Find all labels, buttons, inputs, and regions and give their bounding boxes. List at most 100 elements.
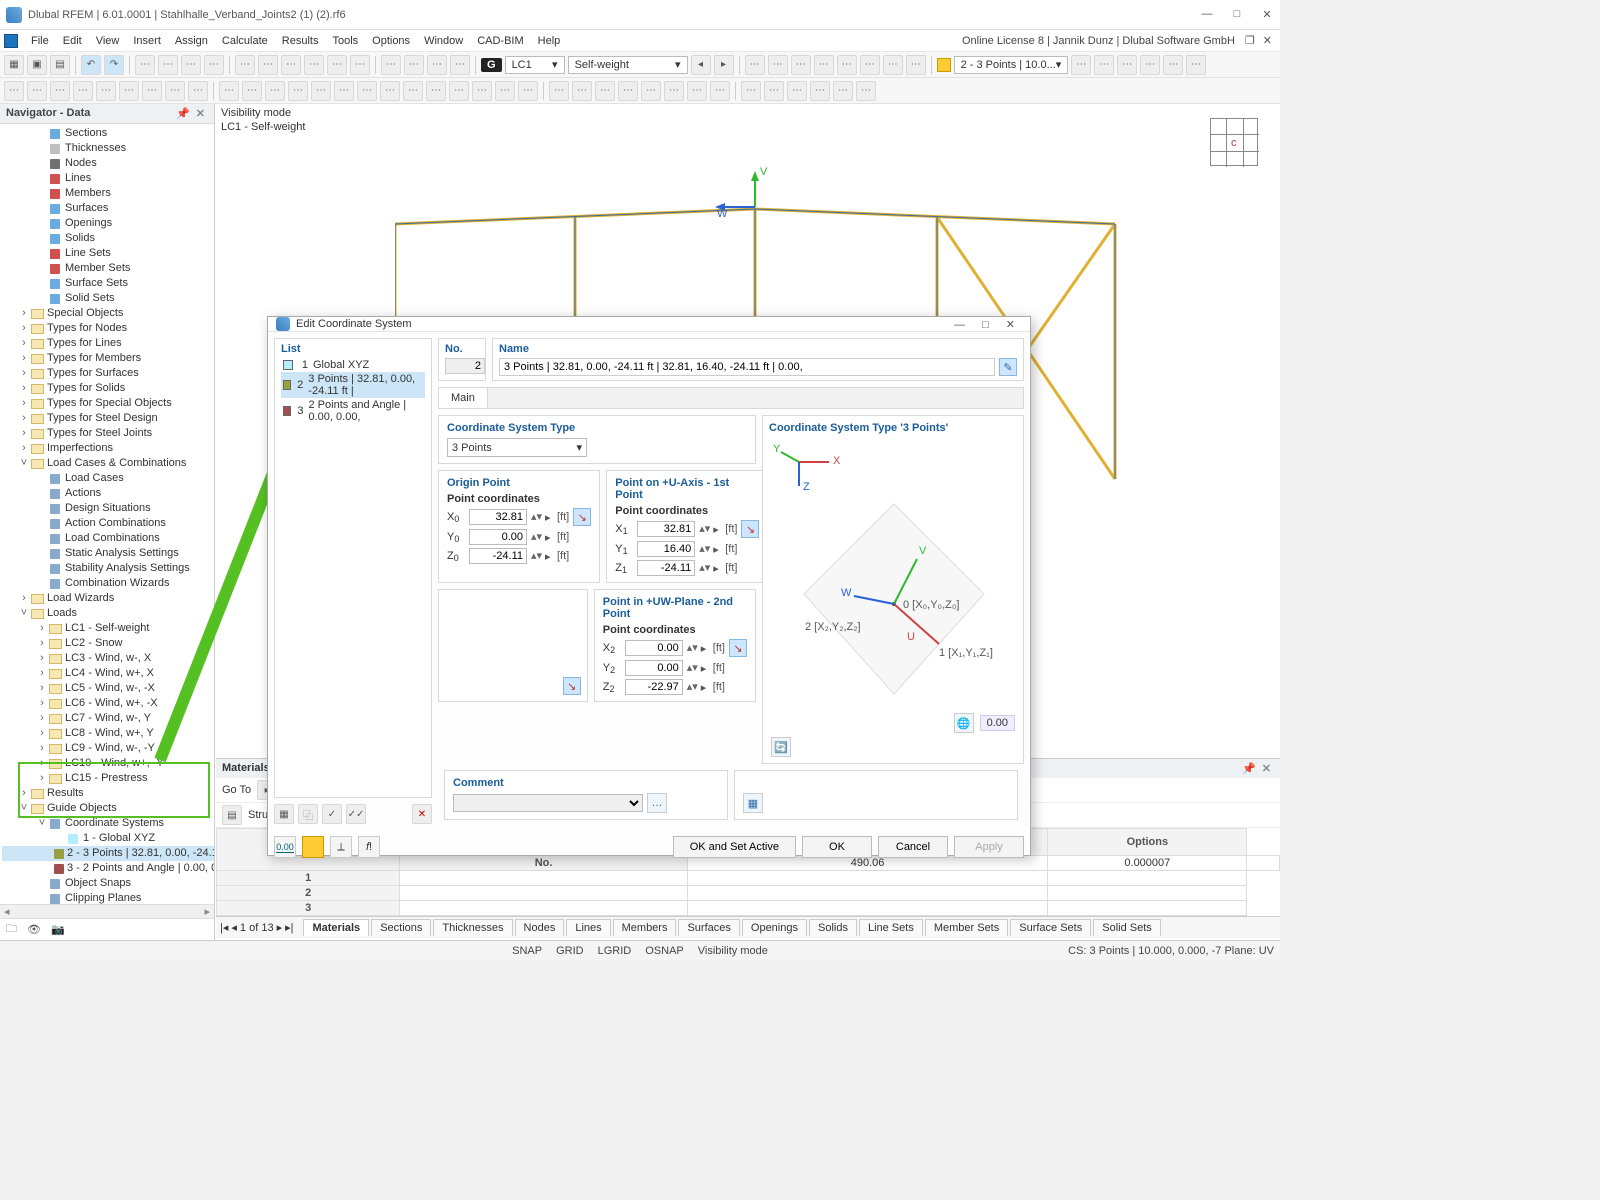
nav-item[interactable]: ›Types for Surfaces bbox=[2, 366, 214, 381]
nav-item[interactable]: ˅Coordinate Systems bbox=[2, 816, 214, 831]
nav-item[interactable]: 1 - Global XYZ bbox=[2, 831, 214, 846]
comment-edit-button[interactable]: … bbox=[647, 793, 667, 813]
toolbar-generic-icon[interactable]: ⋯ bbox=[710, 81, 730, 101]
toolbar-generic-icon[interactable]: ⋯ bbox=[381, 55, 401, 75]
coord-input[interactable] bbox=[469, 548, 527, 564]
toolbar-generic-icon[interactable]: ⋯ bbox=[27, 81, 47, 101]
nav-item[interactable]: ›Types for Steel Joints bbox=[2, 426, 214, 441]
nav-item[interactable]: ˅Guide Objects bbox=[2, 801, 214, 816]
toolbar-generic-icon[interactable]: ⋯ bbox=[1071, 55, 1091, 75]
cs-list-item[interactable]: 23 Points | 32.81, 0.00, -24.11 ft | bbox=[281, 372, 425, 398]
restore-child-icon[interactable]: ❐ bbox=[1241, 35, 1259, 47]
toolbar-generic-icon[interactable]: ⋯ bbox=[860, 55, 880, 75]
lc-mode-badge[interactable]: G bbox=[481, 58, 502, 72]
nav-item[interactable]: ›Types for Members bbox=[2, 351, 214, 366]
close-child-icon[interactable]: ✕ bbox=[1259, 35, 1276, 47]
table-tab[interactable]: Materials bbox=[303, 919, 369, 936]
struct-button[interactable]: ▤ bbox=[222, 805, 242, 825]
menu-results[interactable]: Results bbox=[275, 33, 326, 49]
toolbar-generic-icon[interactable]: ⋯ bbox=[165, 81, 185, 101]
toolbar-generic-icon[interactable]: ⋯ bbox=[741, 81, 761, 101]
nav-item[interactable]: Load Combinations bbox=[2, 531, 214, 546]
nav-item[interactable]: 2 - 3 Points | 32.81, 0.00, -24.11 bbox=[2, 846, 214, 861]
toolbar-generic-icon[interactable]: ⋯ bbox=[1140, 55, 1160, 75]
table-tab[interactable]: Thicknesses bbox=[433, 919, 512, 936]
spinner-icon[interactable]: ▴▾ bbox=[531, 535, 541, 540]
ok-set-active-button[interactable]: OK and Set Active bbox=[673, 836, 796, 858]
page-first-icon[interactable]: |◂ bbox=[220, 921, 228, 934]
nav-item[interactable]: Design Situations bbox=[2, 501, 214, 516]
no-input[interactable] bbox=[445, 358, 485, 374]
view-cube-icon[interactable]: c bbox=[1210, 118, 1258, 166]
nav-item[interactable]: Line Sets bbox=[2, 246, 214, 261]
pick-point-button[interactable]: ↘ bbox=[729, 639, 747, 657]
nav-item[interactable]: Openings bbox=[2, 216, 214, 231]
toolbar-generic-icon[interactable]: ⋯ bbox=[1163, 55, 1183, 75]
toolbar-generic-icon[interactable]: ⋯ bbox=[618, 81, 638, 101]
cs-list-item[interactable]: 32 Points and Angle | 0.00, 0.00, bbox=[281, 398, 425, 424]
status-lgrid[interactable]: LGRID bbox=[598, 945, 632, 957]
toolbar-generic-icon[interactable]: ⋯ bbox=[883, 55, 903, 75]
preview-refresh-button[interactable]: 🔄 bbox=[771, 737, 791, 757]
dialog-minimize-icon[interactable]: — bbox=[947, 319, 972, 331]
toolbar-generic-icon[interactable]: ⋯ bbox=[258, 55, 278, 75]
menu-calculate[interactable]: Calculate bbox=[215, 33, 275, 49]
nav-item[interactable]: Sections bbox=[2, 126, 214, 141]
toolbar-generic-icon[interactable]: ⋯ bbox=[73, 81, 93, 101]
spinner-icon[interactable]: ▴▾ bbox=[687, 646, 697, 651]
toolbar-generic-icon[interactable]: ⋯ bbox=[549, 81, 569, 101]
toolbar-generic-icon[interactable]: ⋯ bbox=[204, 55, 224, 75]
toolbar-generic-icon[interactable]: ⋯ bbox=[595, 81, 615, 101]
nav-item[interactable]: ›Types for Special Objects bbox=[2, 396, 214, 411]
status-grid[interactable]: GRID bbox=[556, 945, 584, 957]
nav-item[interactable]: Static Analysis Settings bbox=[2, 546, 214, 561]
coord-input[interactable] bbox=[637, 541, 695, 557]
step-icon[interactable]: ▸ bbox=[713, 543, 721, 556]
toolbar-generic-icon[interactable]: ⋯ bbox=[814, 55, 834, 75]
toolbar-generic-icon[interactable]: ⋯ bbox=[837, 55, 857, 75]
step-icon[interactable]: ▸ bbox=[545, 531, 553, 544]
menu-window[interactable]: Window bbox=[417, 33, 470, 49]
nav-item[interactable]: ›LC10 - Wind, w+, -Y bbox=[2, 756, 214, 771]
materials-close-icon[interactable]: ✕ bbox=[1259, 763, 1274, 775]
toolbar-generic-icon[interactable]: ⋯ bbox=[334, 81, 354, 101]
nav-item[interactable]: Members bbox=[2, 186, 214, 201]
step-icon[interactable]: ▸ bbox=[545, 511, 553, 524]
status-osnap[interactable]: OSNAP bbox=[645, 945, 684, 957]
materials-pin-icon[interactable]: 📌 bbox=[1239, 763, 1259, 775]
toolbar-generic-icon[interactable]: ⋯ bbox=[426, 81, 446, 101]
toolbar-generic-icon[interactable]: ⋯ bbox=[219, 81, 239, 101]
table-tab[interactable]: Solids bbox=[809, 919, 857, 936]
tool-open-icon[interactable]: ▣ bbox=[27, 55, 47, 75]
toolbar-generic-icon[interactable]: ⋯ bbox=[142, 81, 162, 101]
pick-origin-extra-button[interactable]: ↘ bbox=[563, 677, 581, 695]
nav-item[interactable]: ›Types for Nodes bbox=[2, 321, 214, 336]
cancel-button[interactable]: Cancel bbox=[878, 836, 948, 858]
step-icon[interactable]: ▸ bbox=[701, 662, 709, 675]
toolbar-generic-icon[interactable]: ⋯ bbox=[288, 81, 308, 101]
coord-input[interactable] bbox=[625, 660, 683, 676]
nav-item[interactable]: ˅Loads bbox=[2, 606, 214, 621]
toolbar-generic-icon[interactable]: ⋯ bbox=[96, 81, 116, 101]
toolbar-generic-icon[interactable]: ⋯ bbox=[572, 81, 592, 101]
toolbar-generic-icon[interactable]: ⋯ bbox=[764, 81, 784, 101]
nav-item[interactable]: Load Cases bbox=[2, 471, 214, 486]
coord-input[interactable] bbox=[637, 560, 695, 576]
minimize-icon[interactable]: — bbox=[1200, 8, 1214, 21]
toolbar-generic-icon[interactable]: ⋯ bbox=[281, 55, 301, 75]
edit-name-button[interactable]: ✎ bbox=[999, 358, 1017, 376]
toolbar-generic-icon[interactable]: ⋯ bbox=[327, 55, 347, 75]
cstype-select[interactable]: 3 Points▾ bbox=[447, 438, 587, 457]
spinner-icon[interactable]: ▴▾ bbox=[687, 685, 697, 690]
nav-item[interactable]: Stability Analysis Settings bbox=[2, 561, 214, 576]
toolbar-generic-icon[interactable]: ⋯ bbox=[472, 81, 492, 101]
toolbar-generic-icon[interactable]: ⋯ bbox=[135, 55, 155, 75]
toolbar-generic-icon[interactable]: ⋯ bbox=[350, 55, 370, 75]
nav-item[interactable]: ›LC3 - Wind, w-, X bbox=[2, 651, 214, 666]
lc-name-select[interactable]: Self-weight▾ bbox=[568, 56, 688, 74]
nav-item[interactable]: ›Results bbox=[2, 786, 214, 801]
lc-next-icon[interactable]: ▸ bbox=[714, 55, 734, 75]
coord-input[interactable] bbox=[637, 521, 695, 537]
lc-select[interactable]: LC1▾ bbox=[505, 56, 565, 74]
table-tab[interactable]: Openings bbox=[742, 919, 807, 936]
